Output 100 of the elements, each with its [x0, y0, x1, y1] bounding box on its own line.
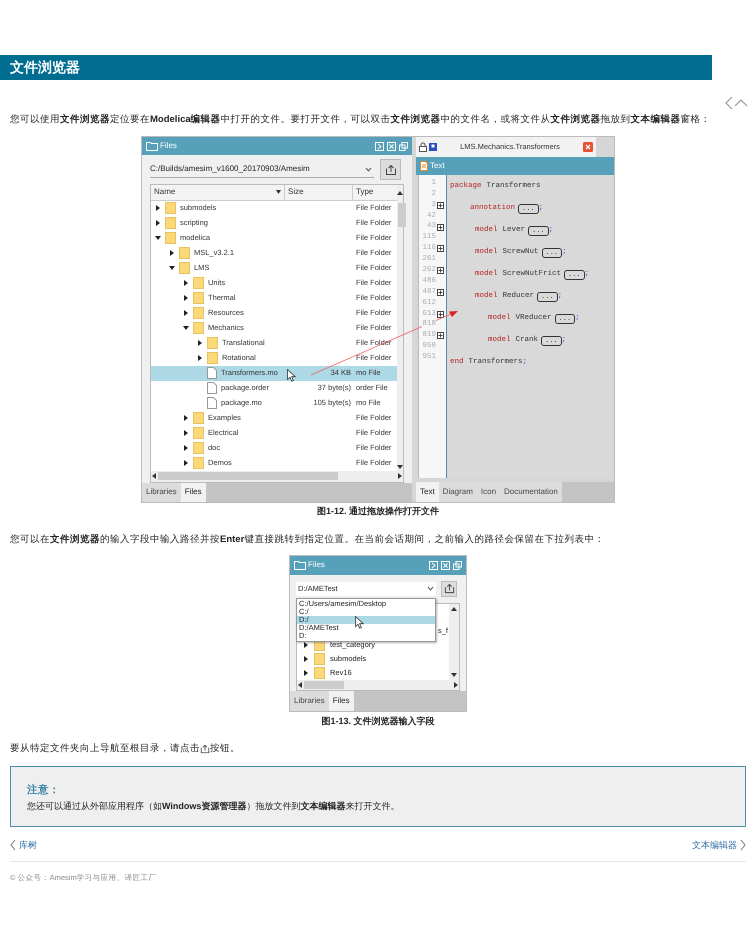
collapsed-arrow-icon[interactable] [183, 280, 189, 286]
panel-tab[interactable]: Text [416, 482, 439, 502]
fold-toggle-icon[interactable] [437, 224, 444, 230]
pin-icon[interactable] [375, 142, 384, 151]
folder-icon [193, 322, 204, 334]
parent-folder-button[interactable] [441, 580, 457, 597]
collapsed-arrow-icon[interactable] [183, 295, 189, 302]
folder-icon [193, 292, 204, 304]
column-header[interactable]: Name [151, 184, 285, 201]
note-text: 您还可以通过从外部应用程序（如Windows资源管理器）拖放文件到文本编辑器来打开文件。 [27, 800, 400, 814]
panel-tab[interactable]: Files [180, 482, 206, 502]
figure-caption: 图1-12. 通过拖放操作打开文件 [316, 505, 439, 518]
horizontal-scrollbar[interactable] [297, 680, 459, 690]
file-icon [207, 367, 217, 380]
dropdown-chevron-icon [365, 166, 372, 172]
fold-toggle-icon[interactable] [437, 288, 444, 296]
scroll-right-icon[interactable] [454, 682, 458, 688]
fold-toggle-icon[interactable] [437, 310, 444, 318]
previous-page-link[interactable]: 库树 [10, 838, 37, 852]
sort-arrow-icon [276, 190, 281, 194]
float-window-icon[interactable] [453, 560, 462, 570]
panel-tab[interactable]: Diagram [438, 482, 477, 502]
folder-icon [193, 442, 204, 454]
chevron-right-icon [740, 839, 746, 852]
file-icon [207, 382, 217, 394]
folder-icon [294, 560, 306, 570]
previous-chevron-icon[interactable] [725, 96, 733, 110]
collapsed-arrow-icon[interactable] [183, 460, 189, 466]
fold-toggle-icon[interactable] [437, 245, 444, 252]
scroll-left-icon[interactable] [298, 682, 302, 688]
panel-tab[interactable]: Libraries [142, 482, 181, 502]
collapsed-arrow-icon[interactable] [303, 670, 309, 676]
close-icon[interactable] [387, 142, 396, 151]
collapsed-arrow-icon[interactable] [303, 656, 309, 662]
scroll-up-icon[interactable] [397, 190, 403, 195]
collapsed-arrow-icon[interactable] [183, 430, 189, 436]
pin-icon[interactable] [429, 560, 438, 570]
file-icon [207, 397, 217, 410]
vertical-scrollbar[interactable] [397, 200, 403, 471]
folder-icon [165, 202, 176, 214]
expanded-arrow-icon[interactable] [155, 235, 161, 242]
horizontal-scrollbar[interactable] [151, 470, 403, 482]
panel-tab[interactable]: Documentation [500, 482, 562, 502]
parent-folder-icon [444, 583, 454, 594]
collapsed-arrow-icon[interactable] [197, 340, 203, 346]
next-page-link[interactable]: 文本编辑器 [692, 838, 746, 852]
scroll-down-icon[interactable] [451, 672, 457, 677]
folder-icon [179, 247, 190, 260]
panel-tab[interactable]: Libraries [290, 690, 329, 711]
folder-icon [207, 352, 218, 364]
scroll-up-icon[interactable] [451, 606, 457, 611]
mouse-pointer-icon [287, 369, 296, 382]
collapsed-arrow-icon[interactable] [303, 642, 309, 648]
collapsed-arrow-icon[interactable] [197, 355, 203, 362]
dropdown-chevron-icon [427, 586, 434, 592]
collapsed-arrow-icon[interactable] [183, 310, 189, 316]
scroll-thumb[interactable] [398, 202, 406, 227]
fold-toggle-icon[interactable] [437, 202, 444, 209]
column-header[interactable]: Type [353, 184, 397, 201]
panel-tab[interactable]: Icon [476, 482, 500, 502]
paragraph: 您可以在文件浏览器的输入字段中输入路径并按Enter键直接跳转到指定位置。在当前会话期间，之前输入的路径会保留在下拉列表中： [9, 532, 606, 546]
folder-icon [179, 262, 190, 274]
folder-icon [193, 412, 204, 424]
path-combo-box[interactable]: C:/Builds/amesim_v1600_20170903/Amesim [150, 162, 374, 178]
parent-folder-icon [200, 744, 210, 754]
paragraph: 按钮。 [210, 742, 240, 756]
folder-icon [193, 457, 204, 470]
scroll-left-icon[interactable] [152, 473, 156, 480]
collapsed-arrow-icon[interactable] [155, 220, 161, 226]
collapsed-arrow-icon[interactable] [183, 445, 189, 452]
mouse-pointer-icon [355, 616, 364, 629]
folder-icon [193, 307, 204, 320]
paragraph: 要从特定文件夹向上导航至根目录，请点击 [10, 742, 200, 756]
vertical-scrollbar[interactable] [449, 604, 459, 680]
panel-tab[interactable]: Files [328, 690, 354, 711]
folder-icon [165, 232, 176, 244]
fold-toggle-icon[interactable] [437, 267, 444, 274]
parent-folder-button[interactable] [380, 159, 401, 180]
folder-icon [207, 337, 218, 350]
close-icon[interactable] [441, 560, 450, 570]
page-title-bar: 文件浏览器 [0, 55, 712, 80]
view-title: Text [430, 160, 445, 172]
collapsed-arrow-icon[interactable] [183, 415, 189, 422]
expanded-arrow-icon[interactable] [169, 265, 175, 272]
up-chevron-icon[interactable] [734, 98, 748, 108]
scroll-right-icon[interactable] [398, 473, 402, 480]
float-window-icon[interactable] [399, 142, 408, 151]
collapsed-arrow-icon[interactable] [169, 250, 175, 256]
folder-icon [146, 141, 158, 152]
intro-paragraph: 您可以使用文件浏览器定位要在Modelica编辑器中打开的文件。要打开文件，可以双击文件浏览器中的文件名，或将文件从文件浏览器拖放到文本编辑器窗格： [9, 113, 712, 126]
note-title: 注意： [27, 782, 61, 798]
chevron-left-icon [10, 839, 16, 852]
fold-toggle-icon[interactable] [437, 332, 444, 340]
panel-title: Files [160, 140, 177, 152]
folder-icon [314, 652, 325, 665]
expanded-arrow-icon[interactable] [183, 325, 189, 332]
text-file-icon [420, 161, 428, 171]
collapsed-arrow-icon[interactable] [155, 205, 161, 212]
column-header[interactable]: Size [285, 184, 353, 201]
close-icon[interactable] [583, 142, 593, 152]
